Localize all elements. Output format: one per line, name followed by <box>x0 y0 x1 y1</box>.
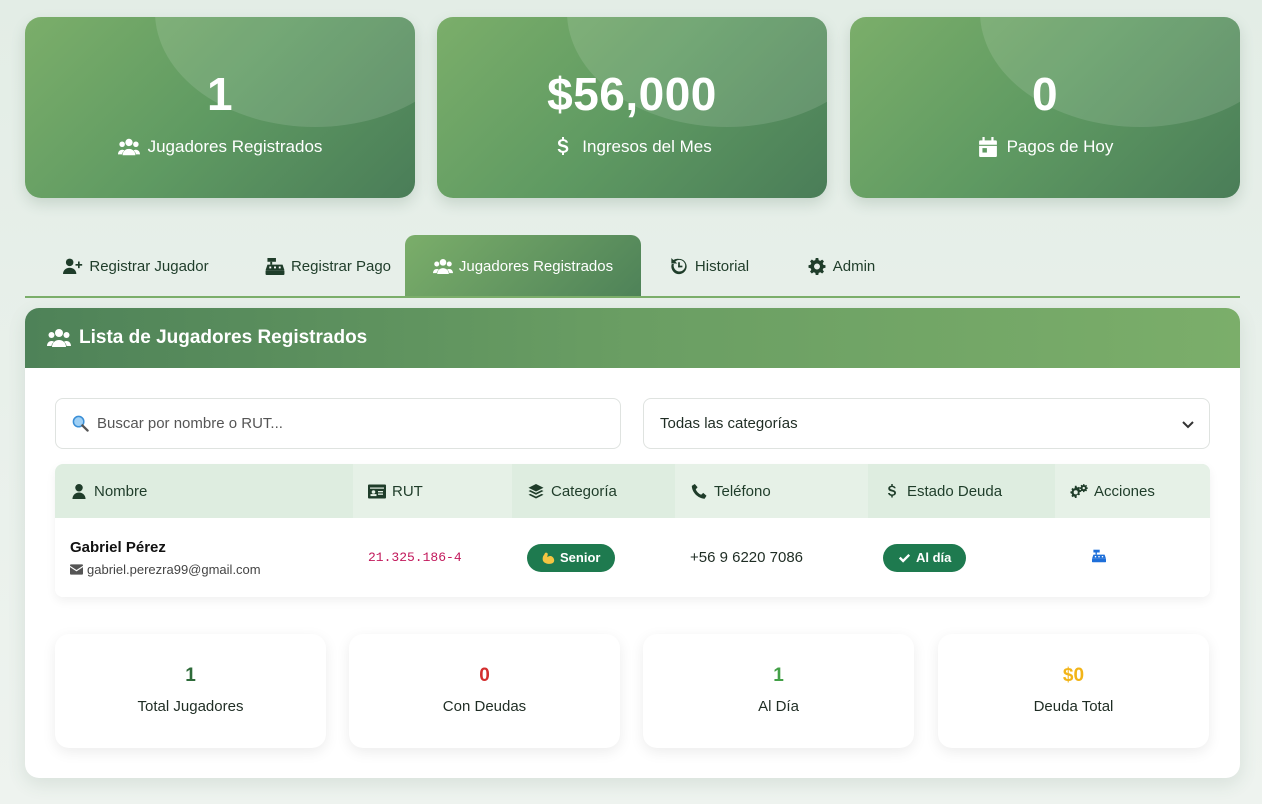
category-select-value: Todas las categorías <box>660 415 798 432</box>
table-header: Nombre RUT Categoría Teléfono Estado Deu… <box>55 464 1210 518</box>
summary-value: 1 <box>773 665 784 686</box>
dollar-icon <box>557 137 569 155</box>
cell-acciones <box>1055 518 1210 597</box>
user-plus-icon <box>63 258 83 274</box>
players-table: Nombre RUT Categoría Teléfono Estado Deu… <box>55 464 1210 597</box>
summary-with-debts: 0 Con Deudas <box>349 634 620 748</box>
player-email: gabriel.perezra99@gmail.com <box>70 562 261 577</box>
player-phone: +56 9 6220 7086 <box>690 549 804 566</box>
users-icon <box>432 259 453 274</box>
tab-historial[interactable]: Historial <box>659 235 759 298</box>
stat-label-text: Jugadores Registrados <box>147 137 323 156</box>
column-header-label: Categoría <box>551 482 617 500</box>
summary-total-players: 1 Total Jugadores <box>55 634 326 748</box>
stat-value: 0 <box>1031 68 1059 120</box>
summary-value: $0 <box>1062 665 1085 686</box>
column-header-label: Acciones <box>1094 482 1155 500</box>
panel-title: Lista de Jugadores Registrados <box>79 327 368 348</box>
register-payment-button[interactable] <box>1092 549 1106 567</box>
stat-card-today: 0 Pagos de Hoy <box>850 17 1240 198</box>
category-select[interactable]: Todas las categorías <box>643 398 1210 449</box>
summary-label: Total Jugadores <box>137 698 244 715</box>
column-header-estado-deuda[interactable]: Estado Deuda <box>868 464 1055 518</box>
envelope-icon <box>70 563 83 575</box>
debt-status-badge: Al día <box>883 543 967 572</box>
cell-telefono: +56 9 6220 7086 <box>675 518 868 597</box>
tab-label: Jugadores Registrados <box>458 258 614 275</box>
summary-value: 0 <box>479 665 490 686</box>
search-input[interactable] <box>97 415 577 432</box>
summary-label: Al Día <box>758 698 799 715</box>
cash-register-icon <box>265 258 285 275</box>
stat-label: Ingresos del Mes <box>437 137 827 157</box>
id-card-icon <box>368 484 386 498</box>
dollar-icon <box>888 483 896 497</box>
debt-status-label: Al día <box>916 550 952 565</box>
summary-up-to-date: 1 Al Día <box>643 634 914 748</box>
summary-label: Con Deudas <box>442 698 527 715</box>
panel-header: Lista de Jugadores Registrados <box>25 308 1240 368</box>
cash-register-icon <box>1092 549 1106 562</box>
tab-admin[interactable]: Admin <box>793 235 889 298</box>
column-header-telefono[interactable]: Teléfono <box>675 464 868 518</box>
tab-registrar-pago[interactable]: Registrar Pago <box>247 235 409 298</box>
summary-value: 1 <box>185 665 196 686</box>
users-icon <box>47 329 71 347</box>
cell-rut: 21.325.186-4 <box>353 518 512 597</box>
search-icon <box>72 415 89 432</box>
column-header-categoria[interactable]: Categoría <box>512 464 675 518</box>
column-header-rut[interactable]: RUT <box>353 464 512 518</box>
summary-total-debt: $0 Deuda Total <box>938 634 1209 748</box>
phone-icon <box>691 483 707 499</box>
tab-label: Admin <box>832 258 876 275</box>
tab-jugadores-registrados[interactable]: Jugadores Registrados <box>405 235 641 298</box>
tab-label: Registrar Pago <box>290 258 392 275</box>
check-icon <box>898 553 911 563</box>
chevron-down-icon <box>1182 420 1194 428</box>
stat-label-text: Ingresos del Mes <box>582 137 712 156</box>
column-header-nombre[interactable]: Nombre <box>55 464 353 518</box>
stat-card-income: $56,000 Ingresos del Mes <box>437 17 827 198</box>
cell-estado-deuda: Al día <box>868 518 1055 597</box>
search-box[interactable] <box>55 398 621 449</box>
players-panel: Lista de Jugadores Registrados Todas las… <box>25 308 1240 778</box>
user-icon <box>72 483 86 499</box>
cell-categoria: Senior <box>512 518 675 597</box>
column-header-label: RUT <box>392 482 423 500</box>
layers-icon <box>528 483 544 499</box>
tab-label: Registrar Jugador <box>89 258 209 275</box>
users-icon <box>117 138 140 156</box>
column-header-acciones[interactable]: Acciones <box>1055 464 1210 518</box>
stat-card-players: 1 Jugadores Registrados <box>25 17 415 198</box>
summary-label: Deuda Total <box>1033 698 1114 715</box>
calendar-icon <box>978 137 997 157</box>
stat-label: Jugadores Registrados <box>25 137 415 157</box>
stat-value: 1 <box>206 68 234 120</box>
category-badge-label: Senior <box>560 550 601 565</box>
gear-icon <box>808 258 826 275</box>
cell-nombre: Gabriel Pérez gabriel.perezra99@gmail.co… <box>55 518 353 597</box>
stat-value: $56,000 <box>547 68 717 120</box>
tab-underline <box>25 296 1240 298</box>
stat-label-text: Pagos de Hoy <box>1006 137 1114 156</box>
gears-icon <box>1070 483 1088 498</box>
table-row[interactable]: Gabriel Pérez gabriel.perezra99@gmail.co… <box>55 518 1210 597</box>
history-icon <box>671 258 687 275</box>
column-header-label: Teléfono <box>714 482 771 500</box>
tab-bar: Registrar Jugador Registrar Pago Jugador… <box>25 235 1240 298</box>
category-badge: Senior <box>527 543 616 572</box>
tab-registrar-jugador[interactable]: Registrar Jugador <box>45 235 227 298</box>
player-name: Gabriel Pérez <box>70 538 166 556</box>
stat-label: Pagos de Hoy <box>850 137 1240 157</box>
player-email-text: gabriel.perezra99@gmail.com <box>87 561 261 577</box>
player-rut: 21.325.186-4 <box>368 550 462 565</box>
column-header-label: Nombre <box>94 482 148 500</box>
flexed-biceps-icon <box>542 552 555 564</box>
tab-label: Historial <box>694 258 750 275</box>
column-header-label: Estado Deuda <box>907 482 1003 500</box>
